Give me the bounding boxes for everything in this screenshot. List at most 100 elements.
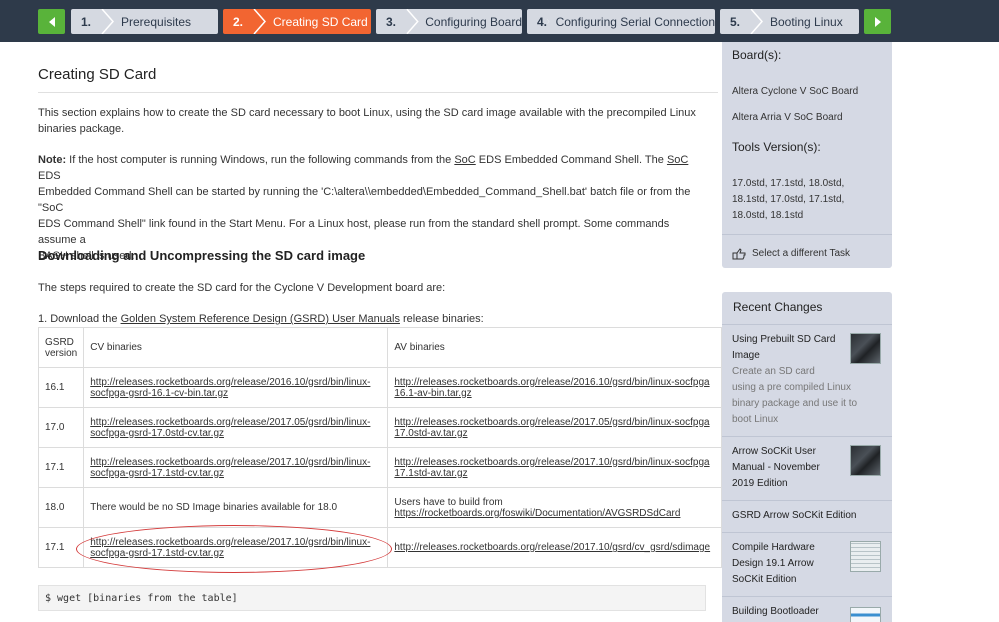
- step-number: 5.: [730, 14, 741, 29]
- desc-line: Create an SD card: [732, 366, 815, 377]
- page-title: Creating SD Card: [38, 66, 157, 83]
- recent-changes-heading: Recent Changes: [733, 300, 823, 314]
- recent-item-title: Using Prebuilt SD Card Image: [732, 332, 850, 364]
- step-creating-sd-card[interactable]: 2. Creating SD Card: [223, 9, 371, 34]
- title-line: Compile Hardware: [732, 542, 815, 553]
- cv-binary-cell: http://releases.rocketboards.org/release…: [83, 527, 389, 568]
- av-binary-cell: Users have to build from https://rocketbo…: [387, 487, 722, 528]
- title-line: Manual - November: [732, 462, 820, 473]
- step-booting-linux[interactable]: 5. Booting Linux: [720, 9, 859, 34]
- select-task-label: Select a different Task: [752, 248, 851, 259]
- recent-item-title: GSRD Arrow SoCKit Edition: [732, 510, 857, 521]
- av-binary-link[interactable]: http://releases.rocketboards.org/release…: [394, 417, 709, 439]
- recent-item[interactable]: GSRD Arrow SoCKit Edition: [722, 500, 892, 532]
- note-label: Note:: [38, 154, 67, 166]
- link-text: socfpga-gsrd-16.1-cv-bin.tar.gz: [90, 387, 229, 399]
- section-heading: Downloading and Uncompressing the SD car…: [38, 248, 366, 263]
- tools-line: 18.0std, 18.1std: [732, 210, 804, 221]
- title-line: SoCKit Edition: [732, 574, 797, 585]
- note-text: If the host computer is running Windows,…: [66, 154, 455, 166]
- prev-step-button[interactable]: [38, 9, 65, 34]
- recent-item[interactable]: Building Bootloader: [722, 596, 892, 622]
- av-note: Users have to build from: [394, 496, 503, 508]
- av-binary-cell: http://releases.rocketboards.org/release…: [387, 527, 722, 568]
- av-binary-cell: http://releases.rocketboards.org/release…: [387, 447, 722, 488]
- link-text: http://releases.rocketboards.org/release…: [394, 376, 710, 388]
- step-configuring-serial-connection[interactable]: 4. Configuring Serial Connection: [527, 9, 715, 34]
- tools-versions: 17.0std, 17.1std, 18.0std, 18.1std, 17.0…: [732, 176, 844, 224]
- recent-changes-panel: Recent Changes Using Prebuilt SD Card Im…: [722, 292, 892, 622]
- chevron-right-icon: [874, 16, 881, 27]
- step-configuring-board[interactable]: 3. Configuring Board: [376, 9, 522, 34]
- title-line: Using Prebuilt SD Card: [732, 334, 836, 345]
- soc-link[interactable]: SoC: [454, 154, 475, 166]
- step-number: 2.: [233, 14, 244, 29]
- cv-binary-link[interactable]: http://releases.rocketboards.org/release…: [90, 457, 370, 479]
- link-text: http://releases.rocketboards.org/release…: [394, 456, 710, 468]
- diagram-thumbnail: [850, 541, 881, 572]
- recent-item-title: Arrow SoCKit User Manual - November 2019…: [732, 444, 850, 492]
- cv-binary-link[interactable]: http://releases.rocketboards.org/release…: [90, 537, 370, 559]
- column-header: GSRD version: [37, 327, 85, 368]
- board-item: Altera Cyclone V SoC Board: [732, 86, 859, 97]
- cv-binary-link[interactable]: http://releases.rocketboards.org/release…: [90, 417, 370, 439]
- step-label: Booting Linux: [770, 14, 843, 29]
- link-text: socfpga-gsrd-17.1std-cv.tar.gz: [90, 547, 224, 559]
- note-line: Embedded Command Shell can be started by…: [38, 186, 691, 214]
- recent-item[interactable]: Arrow SoCKit User Manual - November 2019…: [722, 436, 892, 500]
- task-info-panel: Board(s): Altera Cyclone V SoC Board Alt…: [722, 42, 892, 268]
- link-text: http://releases.rocketboards.org/release…: [90, 536, 371, 548]
- tools-heading: Tools Version(s):: [732, 140, 821, 154]
- av-binary-link[interactable]: http://releases.rocketboards.org/release…: [394, 457, 709, 479]
- steps-intro: The steps required to create the SD card…: [38, 282, 446, 294]
- title-line: Arrow SoCKit User: [732, 446, 816, 457]
- diagram-thumbnail: [850, 607, 881, 622]
- desc-line: boot Linux: [732, 414, 779, 425]
- link-text: socfpga-gsrd-17.1std-cv.tar.gz: [90, 467, 224, 479]
- step-prerequisites[interactable]: 1. Prerequisites: [71, 9, 218, 34]
- recent-item[interactable]: Compile Hardware Design 19.1 Arrow SoCKi…: [722, 532, 892, 596]
- link-text: http://releases.rocketboards.org/release…: [90, 376, 371, 388]
- boards-heading: Board(s):: [732, 48, 782, 62]
- soc-link[interactable]: SoC: [667, 154, 688, 166]
- step-separator-icon: [750, 9, 763, 34]
- version-cell: 17.0: [37, 407, 85, 448]
- step-separator-icon: [101, 9, 114, 34]
- cv-binary-link[interactable]: http://releases.rocketboards.org/release…: [90, 377, 370, 399]
- step-label: Creating SD Card: [273, 14, 368, 29]
- av-binary-cell: http://releases.rocketboards.org/release…: [387, 407, 722, 448]
- av-binary-link[interactable]: http://releases.rocketboards.org/release…: [394, 377, 709, 399]
- tools-line: 17.0std, 17.1std, 18.0std,: [732, 178, 845, 189]
- recent-item-title: Compile Hardware Design 19.1 Arrow SoCKi…: [732, 540, 850, 588]
- hand-pointer-icon: [732, 248, 746, 260]
- desc-line: binary package and use it to: [732, 398, 858, 409]
- board-thumbnail: [850, 333, 881, 364]
- select-task-link[interactable]: Select a different Task: [732, 246, 850, 262]
- download-step-prefix: 1. Download the: [38, 313, 121, 325]
- version-cell: 16.1: [37, 367, 85, 408]
- panel-divider: [722, 234, 892, 235]
- next-step-button[interactable]: [864, 9, 891, 34]
- table-row: 17.1 http://releases.rocketboards.org/re…: [37, 527, 722, 568]
- recent-item[interactable]: Using Prebuilt SD Card Image Create an S…: [722, 324, 892, 436]
- cv-binary-cell: http://releases.rocketboards.org/release…: [83, 407, 389, 448]
- link-text: http://releases.rocketboards.org/release…: [90, 416, 371, 428]
- link-text: 16.1-av-bin.tar.gz: [394, 387, 472, 399]
- av-binary-cell: http://releases.rocketboards.org/release…: [387, 367, 722, 408]
- link-text: socfpga-gsrd-17.0std-cv.tar.gz: [90, 427, 224, 439]
- table-row: 18.0 There would be no SD Image binaries…: [37, 487, 722, 528]
- link-text: 17.1std-av.tar.gz: [394, 467, 468, 479]
- version-cell: 17.1: [37, 527, 85, 568]
- recent-item-description: Create an SD card using a pre compiled L…: [732, 364, 882, 428]
- link-text: 17.0std-av.tar.gz: [394, 427, 468, 439]
- binaries-table: GSRD version CV binaries AV binaries 16.…: [37, 327, 722, 568]
- step-separator-icon: [253, 9, 266, 34]
- gsrd-user-manuals-link[interactable]: Golden System Reference Design (GSRD) Us…: [121, 313, 400, 325]
- column-header: CV binaries: [83, 327, 389, 368]
- av-gsrd-sdcard-link[interactable]: https://rocketboards.org/foswiki/Documen…: [394, 508, 680, 519]
- cv-binary-cell: http://releases.rocketboards.org/release…: [83, 367, 389, 408]
- table-row: 17.1 http://releases.rocketboards.org/re…: [37, 447, 722, 488]
- title-line: Design 19.1 Arrow: [732, 558, 814, 569]
- intro-paragraph: This section explains how to create the …: [38, 105, 708, 137]
- av-sdimage-link[interactable]: http://releases.rocketboards.org/release…: [394, 542, 710, 553]
